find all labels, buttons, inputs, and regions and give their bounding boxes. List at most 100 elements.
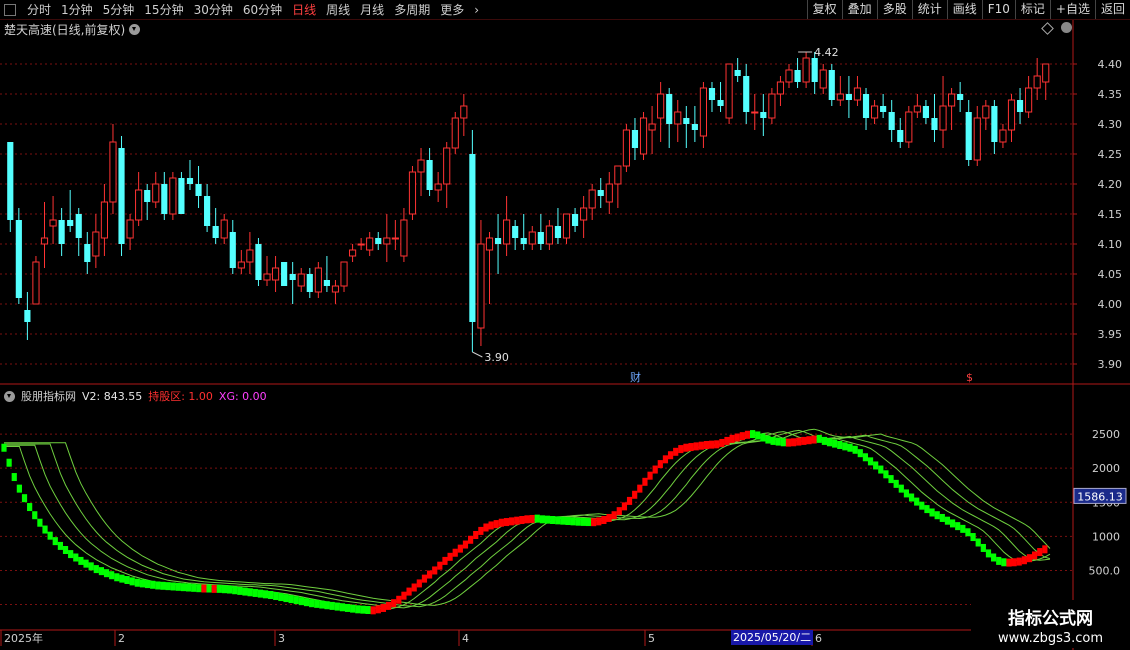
candle-body (366, 237, 374, 251)
indicator-block (591, 518, 597, 527)
indicator-block (867, 457, 874, 466)
period-6[interactable]: 日线 (287, 1, 321, 18)
indicator-block (6, 458, 12, 467)
indicator-legend: 股朋指标网 V2: 843.55 持股区: 1.00 XG: 0.00 (4, 388, 267, 404)
indicator-block (821, 436, 827, 445)
period-4[interactable]: 30分钟 (189, 1, 238, 18)
candle-body (982, 105, 990, 119)
candle-body (836, 93, 844, 101)
candle-body (195, 184, 202, 196)
candle-body (460, 105, 468, 119)
indicator-block (955, 522, 961, 531)
indicator-block (914, 497, 920, 506)
candle-body (58, 220, 65, 244)
indicator-block (421, 574, 428, 583)
period-7[interactable]: 周线 (321, 1, 355, 18)
indicator-block (385, 601, 392, 610)
candle-body (434, 183, 442, 191)
indicator-block (134, 578, 140, 587)
indicator-block (442, 556, 448, 565)
stock-title: 楚天高速(日线,前复权) (4, 23, 126, 37)
indicator-tick-label: 2500 (1092, 428, 1120, 441)
period-1[interactable]: 1分钟 (56, 1, 98, 18)
indicator-block (1016, 557, 1022, 566)
tool-1[interactable]: 叠加 (841, 0, 877, 19)
tool-8[interactable]: 返回 (1094, 0, 1130, 19)
indicator-tick-label: 500.0 (1089, 564, 1121, 577)
candle-body (67, 220, 74, 226)
price-tick-label: 4.05 (1098, 268, 1123, 281)
indicator-block (175, 582, 181, 591)
indicator-block (324, 601, 330, 610)
indicator-block (903, 489, 910, 498)
indicator-block (47, 531, 53, 540)
low-label: 3.90 (484, 351, 509, 364)
indicator-block (1032, 551, 1038, 560)
tool-0[interactable]: 复权 (806, 0, 842, 19)
candle-body (118, 148, 125, 244)
tool-6[interactable]: 标记 (1014, 0, 1050, 19)
indicator-block (637, 484, 643, 493)
candle-body (811, 58, 818, 82)
candle-body (494, 238, 502, 244)
price-tick-label: 4.40 (1098, 58, 1123, 71)
period-10[interactable]: 更多 (435, 1, 469, 18)
candle-body (417, 159, 425, 173)
indicator-block (996, 556, 1002, 565)
candle-body (281, 262, 288, 286)
indicator-block (785, 438, 792, 447)
period-0[interactable]: 分时 (22, 1, 56, 18)
indicator-block (570, 517, 576, 526)
candle-body (49, 219, 57, 227)
candle-body (237, 261, 245, 269)
indicator-block (37, 518, 43, 527)
candle-body (212, 226, 219, 238)
diamond-icon[interactable] (1041, 22, 1054, 35)
tool-4[interactable]: 画线 (946, 0, 982, 19)
indicator-ma-line (4, 429, 1051, 608)
indicator-block (11, 473, 17, 482)
indicator-block (611, 511, 617, 520)
candle-body (853, 87, 862, 101)
candle-body (528, 231, 536, 245)
period-3[interactable]: 15分钟 (139, 1, 188, 18)
candle-body (802, 57, 810, 83)
indicator-block (98, 567, 105, 576)
tool-2[interactable]: 多股 (876, 0, 912, 19)
watermark-title: 指标公式网 (1008, 609, 1093, 629)
dropdown-circle-icon[interactable] (129, 24, 141, 35)
indicator-block (862, 453, 869, 462)
period-8[interactable]: 月线 (355, 1, 389, 18)
indicator-block (580, 517, 587, 526)
candle-body (1042, 63, 1050, 83)
indicator-block (452, 548, 458, 557)
tool-3[interactable]: 统计 (911, 0, 947, 19)
period-9[interactable]: 多周期 (389, 1, 435, 18)
period-2[interactable]: 5分钟 (98, 1, 140, 18)
indicator-block (232, 586, 238, 595)
indicator-dropdown-icon[interactable] (4, 390, 15, 402)
window-square-icon[interactable] (4, 3, 16, 16)
indicator-block (196, 584, 202, 593)
price-tick-label: 3.95 (1098, 328, 1123, 341)
period-5[interactable]: 60分钟 (238, 1, 287, 18)
indicator-block (606, 513, 612, 522)
indicator-block (319, 600, 325, 609)
candle-body (760, 112, 767, 118)
candle-body (708, 88, 716, 100)
tool-5[interactable]: F10 (981, 0, 1015, 19)
xg-value: XG: 0.00 (218, 389, 267, 403)
indicator-block (601, 516, 607, 524)
date-label: 6 (815, 632, 822, 645)
indicator-block (237, 586, 243, 595)
scroll-circle-icon[interactable] (1061, 22, 1072, 33)
candle-body (1033, 75, 1041, 89)
indicator-tick-label: 1500 (1092, 496, 1120, 509)
indicator-block (724, 436, 730, 445)
tool-7[interactable]: +自选 (1049, 0, 1095, 19)
candle-body (7, 142, 14, 220)
candle-body (751, 111, 759, 114)
indicator-block (191, 583, 197, 592)
candle-body (512, 226, 519, 238)
more-arrow-icon[interactable]: › (469, 3, 484, 17)
